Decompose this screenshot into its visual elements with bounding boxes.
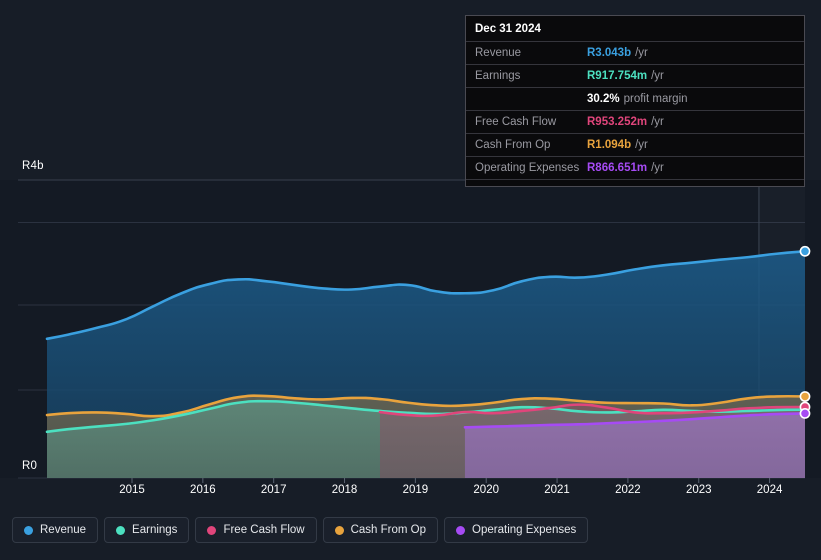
tooltip-row: Free Cash Flow R953.252m/yr	[466, 110, 804, 133]
end-marker-revenue	[799, 245, 811, 257]
chart-tooltip: Dec 31 2024 Revenue R3.043b/yr Earnings R91…	[465, 15, 805, 187]
legend-item-earnings[interactable]: Earnings	[104, 517, 190, 543]
tooltip-row-unit: /yr	[651, 70, 664, 82]
tooltip-row-value: R866.651m	[587, 162, 648, 174]
legend-item-cash-from-op[interactable]: Cash From Op	[322, 517, 439, 543]
x-tick-label: 2015	[119, 484, 145, 496]
legend-color-dot	[456, 525, 466, 535]
tooltip-row-value: R1.094b	[587, 139, 632, 151]
tooltip-bottom-rule	[466, 179, 804, 186]
x-tick-label: 2023	[685, 484, 712, 496]
x-tick-label: 2022	[615, 484, 641, 496]
legend-label: Revenue	[40, 524, 87, 536]
end-marker-operating-expenses	[799, 408, 811, 419]
legend-color-dot	[334, 525, 344, 535]
legend-label: Cash From Op	[350, 524, 427, 536]
tooltip-row-value: R953.252m	[587, 116, 648, 128]
financial-area-chart: R4b R0 2015 2016 2017 2018 2019 2020 2021 2022 2…	[0, 0, 821, 560]
x-tick-label: 2021	[544, 484, 570, 496]
tooltip-row-label: Free Cash Flow	[475, 116, 557, 128]
legend-color-dot	[207, 525, 217, 535]
chart-legend: Revenue Earnings Free Cash Flow Cash From O…	[12, 517, 589, 543]
tooltip-row-value: R917.754m	[587, 70, 648, 82]
legend-label: Free Cash Flow	[223, 524, 305, 536]
tooltip-row-value: R3.043b	[587, 47, 632, 59]
x-tick-label: 2019	[402, 484, 429, 496]
tooltip-row-unit: /yr	[651, 162, 664, 174]
tooltip-row-unit: /yr	[651, 116, 664, 128]
tooltip-row: Cash From Op R1.094b/yr	[466, 133, 804, 156]
tooltip-row: Operating Expenses R866.651m/yr	[466, 156, 804, 179]
tooltip-row: 30.2% profit margin	[466, 87, 804, 110]
x-tick-label: 2024	[756, 484, 783, 496]
tooltip-row: Earnings R917.754m/yr	[466, 64, 804, 87]
tooltip-row: Revenue R3.043b/yr	[466, 41, 804, 64]
x-tick-label: 2020	[473, 484, 499, 496]
legend-color-dot	[24, 525, 33, 535]
legend-item-revenue[interactable]: Revenue	[12, 517, 99, 543]
tooltip-row-label: Earnings	[475, 70, 521, 82]
legend-item-free-cash-flow[interactable]: Free Cash Flow	[195, 517, 317, 543]
tooltip-rows: Revenue R3.043b/yr Earnings R917.754m/yr 30.…	[466, 41, 804, 179]
legend-label: Operating Expenses	[472, 524, 577, 536]
tooltip-row-label: Revenue	[475, 47, 522, 59]
tooltip-row-label: Operating Expenses	[475, 162, 580, 174]
tooltip-date: Dec 31 2024	[475, 23, 541, 35]
y-axis-label-zero: R0	[22, 460, 38, 472]
tooltip-row-sublabel: profit margin	[623, 93, 688, 105]
legend-label: Earnings	[132, 524, 178, 536]
y-axis-label-max: R4b	[22, 160, 44, 172]
end-marker-cash-from-op	[799, 391, 811, 402]
x-tick-label: 2018	[331, 484, 358, 496]
tooltip-row-label: Cash From Op	[475, 139, 551, 151]
tooltip-row-unit: /yr	[635, 139, 648, 151]
legend-item-operating-expenses[interactable]: Operating Expenses	[444, 517, 589, 543]
x-axis-labels: 2015 2016 2017 2018 2019 2020 2021 2022 2023 2024	[0, 484, 821, 500]
x-axis-ticks	[131, 478, 771, 483]
tooltip-row-value: 30.2%	[587, 93, 620, 105]
tooltip-row-unit: /yr	[635, 47, 648, 59]
x-tick-label: 2017	[260, 484, 287, 496]
legend-color-dot	[116, 525, 126, 535]
x-tick-label: 2016	[190, 484, 216, 496]
